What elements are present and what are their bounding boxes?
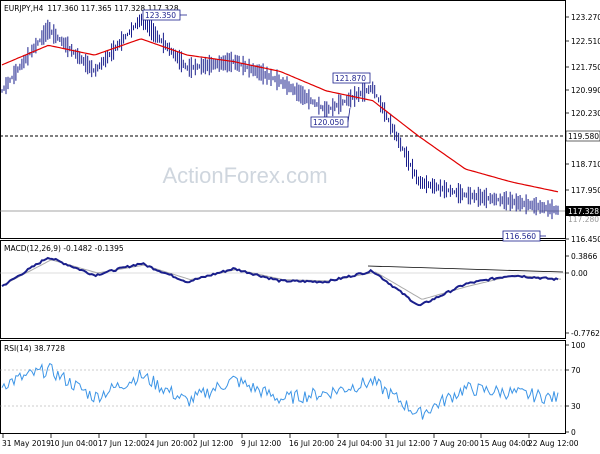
- current-price-overlap-label: 117.280: [568, 215, 599, 224]
- macd-title: MACD(12,26,9) -0.1482 -0.1395: [4, 244, 124, 253]
- macd-panel-frame: [0, 240, 566, 339]
- time-tick-label: 31 Jul 12:00: [385, 439, 430, 448]
- rsi-panel-frame: [0, 340, 566, 434]
- time-axis: 31 May 2019 10 Jun 04:00 17 Jun 12:00 24 Ju…: [2, 434, 579, 448]
- price-tick-label: 120.230: [571, 109, 600, 118]
- time-tick-label: 10 Jun 04:00: [50, 439, 98, 448]
- macd-axis: 0.3866 0.00 -0.7762: [565, 252, 600, 338]
- rsi-line: [1, 362, 559, 420]
- time-tick-label: 15 Aug 04:00: [480, 439, 531, 448]
- svg-text:121.870: 121.870: [335, 74, 366, 83]
- rsi-axis: 100 70 30 0: [565, 341, 586, 437]
- rsi-tick-label: 100: [571, 341, 586, 350]
- rsi-tick-label: 30: [571, 402, 581, 411]
- macd-divergence-line: [367, 265, 564, 273]
- macd-tick-label: -0.7762: [571, 329, 600, 338]
- svg-text:123.350: 123.350: [145, 11, 176, 20]
- time-tick-label: 22 Aug 12:00: [528, 439, 579, 448]
- rsi-tick-label: 70: [571, 366, 581, 375]
- time-tick-label: 17 Jun 12:00: [98, 439, 146, 448]
- time-tick-label: 24 Jun 20:00: [145, 439, 193, 448]
- annotation-high-a: 123.350: [142, 9, 187, 21]
- price-tick-label: 116.450: [571, 235, 600, 244]
- macd-main-line: [1, 256, 559, 307]
- rsi-tick-label: 0: [571, 428, 576, 437]
- time-tick-label: 16 Jul 20:00: [289, 439, 334, 448]
- level-line-label: 119.580: [568, 132, 599, 141]
- price-bars: [1, 13, 559, 220]
- time-tick-label: 7 Aug 20:00: [433, 439, 479, 448]
- time-tick-label: 24 Jul 04:00: [337, 439, 382, 448]
- macd-tick-label: 0.00: [571, 269, 588, 278]
- price-tick-label: 120.990: [571, 86, 600, 95]
- price-tick-label: 122.510: [571, 37, 600, 46]
- time-tick-label: 9 Jul 12:00: [241, 439, 281, 448]
- time-tick-label: 31 May 2019: [2, 439, 51, 448]
- price-chart: ActionForex.com EURJPY,H4 117.360 117.365…: [0, 0, 600, 448]
- svg-text:116.560: 116.560: [505, 232, 536, 241]
- price-tick-label: 117.950: [571, 186, 600, 195]
- time-tick-label: 2 Jul 12:00: [193, 439, 233, 448]
- watermark: ActionForex.com: [162, 163, 327, 188]
- price-tick-label: 123.270: [571, 13, 600, 22]
- price-tick-label: 118.710: [571, 160, 600, 169]
- annotation-low-a: 120.050: [310, 107, 351, 128]
- price-tick-label: 121.750: [571, 63, 600, 72]
- annotation-high-b: 121.870: [332, 72, 371, 84]
- rsi-title: RSI(14) 38.7728: [4, 344, 65, 353]
- macd-tick-label: 0.3866: [571, 252, 597, 261]
- svg-text:120.050: 120.050: [313, 118, 344, 127]
- annotation-low-b: 116.560: [502, 230, 546, 242]
